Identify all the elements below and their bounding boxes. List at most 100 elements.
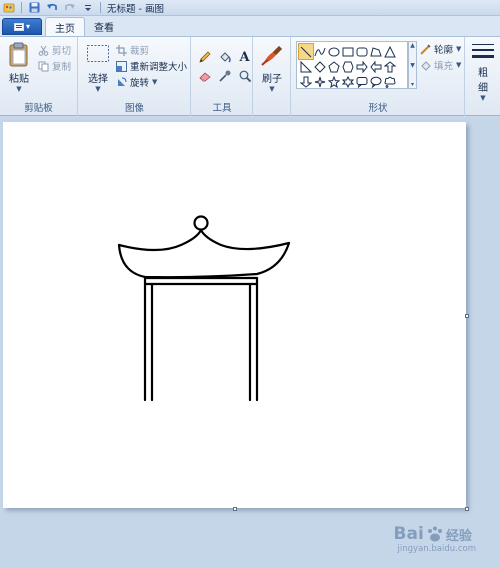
scroll-up-icon[interactable]: ▲ — [410, 42, 415, 49]
six-point-star-shape-icon[interactable] — [341, 74, 355, 89]
pentagon-shape-icon[interactable] — [327, 59, 341, 74]
clipboard-group-label: 剪贴板 — [24, 103, 53, 114]
brushes-dropdown-icon[interactable]: ▼ — [269, 85, 274, 93]
scissors-icon — [38, 45, 49, 56]
up-arrow-shape-icon[interactable] — [383, 59, 397, 74]
tab-view[interactable]: 查看 — [85, 17, 123, 36]
size-group: 粗 细 ▼ — [466, 37, 500, 116]
outline-dropdown-icon[interactable]: ▼ — [456, 45, 461, 53]
watermark-url: jingyan.baidu.com — [397, 544, 476, 554]
brushes-button[interactable]: 刷子 ▼ — [257, 42, 287, 93]
resize-button[interactable]: 重新调整大小 — [116, 59, 187, 73]
crop-button[interactable]: 裁剪 — [116, 43, 149, 57]
customize-quick-access-icon[interactable] — [82, 2, 94, 14]
paste-label: 粘贴 — [9, 74, 29, 85]
five-point-star-shape-icon[interactable] — [327, 74, 341, 89]
title-divider — [100, 2, 101, 13]
save-icon[interactable] — [28, 2, 40, 14]
crop-icon — [116, 44, 127, 56]
down-arrow-shape-icon[interactable] — [299, 74, 313, 89]
rounded-rectangle-shape-icon[interactable] — [355, 44, 369, 59]
file-menu-button[interactable]: ▾ — [2, 18, 42, 35]
undo-icon[interactable] — [46, 2, 58, 14]
magnifier-icon[interactable] — [236, 68, 253, 84]
size-button[interactable]: 粗 细 ▼ — [470, 42, 496, 102]
paint-app-icon[interactable] — [3, 2, 15, 14]
select-icon — [87, 45, 109, 62]
watermark-brand-left: Bai — [393, 524, 424, 544]
canvas-resize-handle-corner[interactable] — [465, 507, 469, 511]
cloud-callout-shape-icon[interactable] — [383, 74, 397, 89]
left-arrow-shape-icon[interactable] — [369, 59, 383, 74]
select-button[interactable]: 选择 ▼ — [83, 44, 113, 93]
rectangle-shape-icon[interactable] — [341, 44, 355, 59]
outline-icon — [420, 43, 431, 55]
watermark-brand-right: 经验 — [445, 528, 472, 544]
rotate-icon — [118, 77, 127, 86]
four-point-star-shape-icon[interactable] — [313, 74, 327, 89]
rotate-label: 旋转 — [130, 78, 150, 89]
brushes-label: 刷子 — [262, 74, 282, 85]
fill-button[interactable]: 填充 ▼ — [420, 58, 461, 72]
paste-dropdown-icon[interactable]: ▼ — [16, 85, 21, 93]
canvas-resize-handle-right[interactable] — [465, 314, 469, 318]
canvas-workspace: Bai 经验 jingyan.baidu.com — [0, 117, 500, 568]
oval-callout-shape-icon[interactable] — [369, 74, 383, 89]
paste-button[interactable]: 粘贴 ▼ — [4, 42, 34, 93]
triangle-shape-icon[interactable] — [383, 44, 397, 59]
outline-button[interactable]: 轮廓 ▼ — [420, 42, 461, 56]
fill-dropdown-icon[interactable]: ▼ — [456, 61, 461, 69]
fill-icon — [421, 60, 431, 71]
copy-icon — [38, 61, 49, 71]
file-menu-icon — [13, 22, 24, 31]
file-menu-arrow: ▾ — [25, 22, 30, 31]
size-dropdown-icon[interactable]: ▼ — [480, 94, 485, 102]
redo-icon[interactable] — [64, 2, 76, 14]
right-arrow-shape-icon[interactable] — [355, 59, 369, 74]
hexagon-shape-icon[interactable] — [341, 59, 355, 74]
scroll-down-icon[interactable]: ▼ — [410, 62, 415, 69]
text-tool-glyph: A — [239, 49, 250, 65]
polygon-shape-icon[interactable] — [369, 44, 383, 59]
curve-shape-icon[interactable] — [313, 44, 327, 59]
title-bar: 无标题 - 画图 — [0, 0, 500, 16]
right-triangle-shape-icon[interactable] — [299, 59, 313, 74]
window-title: 无标题 - 画图 — [107, 3, 164, 15]
cut-label: 剪切 — [52, 46, 72, 57]
oval-shape-icon[interactable] — [327, 44, 341, 59]
diamond-shape-icon[interactable] — [313, 59, 327, 74]
eraser-icon[interactable] — [196, 68, 213, 84]
copy-label: 复制 — [52, 62, 72, 73]
shapes-group-label: 形状 — [368, 103, 388, 114]
select-label: 选择 — [88, 74, 108, 85]
rotate-button[interactable]: 旋转 ▼ — [116, 75, 157, 89]
ribbon-tabs: ▾ 主页 查看 — [0, 16, 500, 36]
tools-group: A 工具 — [192, 37, 253, 116]
shapes-gallery — [296, 41, 408, 89]
drawing-canvas[interactable] — [3, 122, 466, 508]
pencil-icon[interactable] — [196, 49, 213, 65]
cut-button[interactable]: 剪切 — [38, 43, 71, 57]
expand-gallery-icon[interactable]: ▾ — [411, 81, 414, 88]
text-tool-icon[interactable]: A — [236, 49, 253, 65]
tab-home[interactable]: 主页 — [45, 17, 85, 36]
size-label-bottom: 细 — [478, 83, 488, 94]
quick-access-divider — [21, 2, 22, 13]
rounded-callout-shape-icon[interactable] — [355, 74, 369, 89]
shapes-scrollbar[interactable]: ▲ ▼ ▾ — [408, 41, 417, 89]
pavilion-drawing — [117, 215, 291, 402]
fill-label: 填充 — [434, 61, 454, 72]
resize-icon — [116, 60, 127, 72]
canvas-resize-handle-bottom[interactable] — [233, 507, 237, 511]
baidu-watermark: Bai 经验 jingyan.baidu.com — [394, 524, 476, 554]
image-group: 选择 ▼ 裁剪 重新调整大小 旋转 ▼ 图像 — [79, 37, 191, 116]
fill-bucket-icon[interactable] — [216, 49, 233, 65]
copy-button[interactable]: 复制 — [38, 59, 71, 73]
rotate-dropdown-icon[interactable]: ▼ — [152, 78, 157, 86]
outline-label: 轮廓 — [434, 45, 454, 56]
color-picker-icon[interactable] — [216, 68, 233, 84]
clipboard-group: 粘贴 ▼ 剪切 复制 剪贴板 — [0, 37, 78, 116]
brush-icon — [261, 46, 282, 66]
select-dropdown-icon[interactable]: ▼ — [95, 85, 100, 93]
line-shape-icon[interactable] — [298, 43, 314, 60]
